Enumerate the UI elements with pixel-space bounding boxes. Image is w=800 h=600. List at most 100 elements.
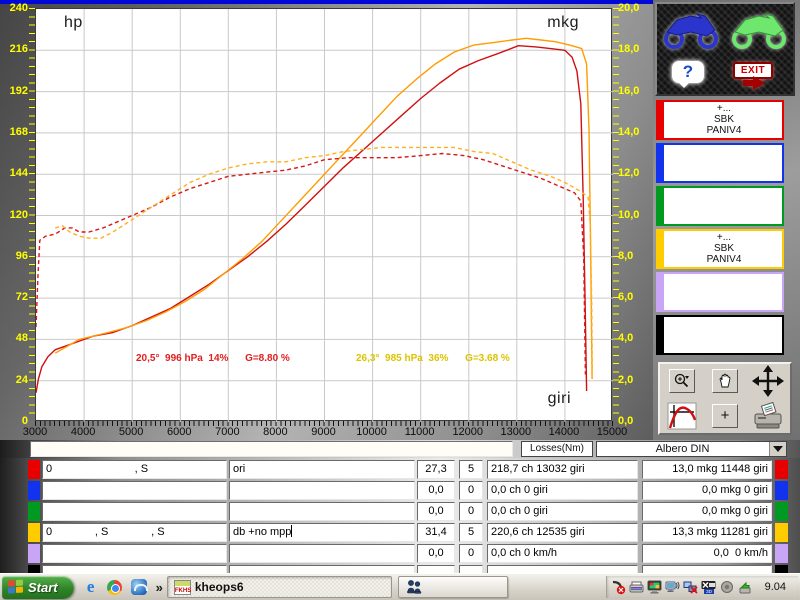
curve-display-tool[interactable] bbox=[667, 402, 697, 430]
run-comment-field[interactable]: db +no mpp bbox=[229, 523, 415, 542]
plot-area[interactable]: hp mkg giri 20,5° 996 hPa 14% G=8.80 % 2… bbox=[35, 8, 612, 421]
safely-remove-hardware-icon[interactable] bbox=[737, 579, 753, 595]
system-tray: 3D 9.04 bbox=[606, 576, 798, 598]
start-button[interactable]: Start bbox=[2, 576, 74, 599]
legend-box-purple[interactable] bbox=[656, 272, 784, 312]
run-gear-field[interactable]: 0 bbox=[459, 544, 483, 563]
run-name-field[interactable] bbox=[42, 565, 227, 573]
hand-icon bbox=[717, 373, 733, 389]
green-motorcycle-icon[interactable] bbox=[729, 8, 789, 50]
row-color-stripe bbox=[775, 481, 788, 500]
table-row: 0 , S ori 27,3 5 218,7 ch 13032 giri 13,… bbox=[0, 460, 800, 479]
network-error-icon[interactable] bbox=[683, 579, 699, 595]
table-row: 0,0 0 0,0 ch 0 giri 0,0 mkg 0 giri bbox=[0, 481, 800, 500]
rpm-axis-labels: 3000400050006000700080009000100001100012… bbox=[35, 426, 612, 440]
row-color-stripe bbox=[28, 523, 40, 542]
row-color-stripe bbox=[28, 502, 40, 521]
help-button[interactable]: ? bbox=[671, 60, 705, 90]
zoom-tool-button[interactable] bbox=[669, 369, 695, 393]
text-caret bbox=[291, 525, 292, 537]
chart-tool-panel: + bbox=[658, 362, 792, 435]
run-gear-field[interactable]: 0 bbox=[459, 481, 483, 500]
run-max-power: 0,0 ch 0 km/h bbox=[487, 544, 638, 563]
run-temp-field[interactable]: 0,0 bbox=[417, 544, 455, 563]
run-name-field[interactable] bbox=[42, 544, 227, 563]
shaft-select[interactable]: Albero DIN bbox=[596, 441, 787, 457]
run-name-field[interactable]: 0 , S bbox=[42, 460, 227, 479]
row-color-stripe bbox=[775, 523, 788, 542]
run-temp-field[interactable] bbox=[417, 565, 455, 573]
run-comment-field[interactable] bbox=[229, 544, 415, 563]
print-button[interactable] bbox=[751, 402, 785, 430]
run-comment-field[interactable] bbox=[229, 502, 415, 521]
table-row: 0 , S , S db +no mpp 31,4 5 220,6 ch 125… bbox=[0, 523, 800, 542]
messenger-icon[interactable] bbox=[130, 578, 148, 596]
scanner-icon[interactable] bbox=[629, 579, 645, 595]
internet-explorer-icon[interactable]: e bbox=[82, 578, 100, 596]
four-way-arrows-icon bbox=[751, 364, 785, 398]
legend-box-green[interactable] bbox=[656, 186, 784, 226]
move-tool[interactable] bbox=[751, 364, 785, 398]
run-max-power: 220,6 ch 12535 giri bbox=[487, 523, 638, 542]
taskbar-window-kheops6[interactable]: FKHS kheops6 bbox=[167, 576, 392, 598]
pan-tool-button[interactable] bbox=[712, 369, 738, 393]
run-note-input[interactable] bbox=[30, 441, 513, 457]
run-comment-field[interactable]: ori bbox=[229, 460, 415, 479]
run-max-torque: 0,0 mkg 0 giri bbox=[642, 481, 772, 500]
weather-annotation-yellow: 26,3° 985 hPa 36% G=3.68 % bbox=[356, 353, 510, 364]
sidebar: ? EXIT +...SBKPANIV4 bbox=[653, 0, 800, 440]
run-comment-field[interactable] bbox=[229, 481, 415, 500]
exit-button[interactable]: EXIT bbox=[733, 60, 779, 90]
xear3d-audio-icon[interactable]: 3D bbox=[701, 579, 717, 595]
legend-box-red[interactable]: +...SBKPANIV4 bbox=[656, 100, 784, 140]
run-comment-field[interactable] bbox=[229, 565, 415, 573]
run-gear-field[interactable]: 5 bbox=[459, 523, 483, 542]
run-name-field[interactable]: 0 , S , S bbox=[42, 523, 227, 542]
row-color-stripe bbox=[28, 565, 40, 573]
legend-box-yellow[interactable]: +...SBKPANIV4 bbox=[656, 229, 784, 269]
run-gear-field[interactable]: 5 bbox=[459, 460, 483, 479]
run-max-power: 0,0 ch 0 giri bbox=[487, 481, 638, 500]
mkg-unit-label: mkg bbox=[547, 14, 579, 32]
mkg-axis-labels: 20,018,016,014,012,010,08,06,04,02,00,0 bbox=[617, 0, 653, 440]
run-gear-field[interactable] bbox=[459, 565, 483, 573]
table-row: 0,0 0 0,0 ch 0 giri 0,0 mkg 0 giri bbox=[0, 502, 800, 521]
audio-device-icon[interactable] bbox=[665, 579, 681, 595]
legend-color-stripe bbox=[656, 315, 664, 355]
run-name-field[interactable] bbox=[42, 481, 227, 500]
table-row bbox=[0, 565, 800, 573]
row-color-stripe bbox=[775, 544, 788, 563]
run-max-power: 0,0 ch 0 giri bbox=[487, 502, 638, 521]
dropdown-arrow-icon[interactable] bbox=[769, 442, 786, 456]
blocked-download-icon[interactable] bbox=[611, 579, 627, 595]
display-settings-icon[interactable] bbox=[647, 579, 663, 595]
run-max-torque: 13,3 mkg 11281 giri bbox=[642, 523, 772, 542]
toolbar-overflow-chevron[interactable]: » bbox=[156, 580, 163, 595]
add-tool-button[interactable]: + bbox=[712, 404, 738, 428]
dyno-chart-panel: 240216192168144120967248240 20,018,016,0… bbox=[0, 0, 653, 440]
controls-row: Losses(Nm) Albero DIN bbox=[0, 440, 800, 458]
run-gear-field[interactable]: 0 bbox=[459, 502, 483, 521]
run-temp-field[interactable]: 0,0 bbox=[417, 502, 455, 521]
weather-annotation-red: 20,5° 996 hPa 14% G=8.80 % bbox=[136, 353, 290, 364]
hp-axis-labels: 240216192168144120967248240 bbox=[0, 0, 30, 440]
run-name-field[interactable] bbox=[42, 502, 227, 521]
carbon-button-panel: ? EXIT bbox=[655, 2, 795, 96]
legend-color-stripe bbox=[656, 143, 664, 183]
legend-box-blue[interactable] bbox=[656, 143, 784, 183]
volume-muted-icon[interactable] bbox=[719, 579, 735, 595]
window-top-edge bbox=[0, 0, 653, 4]
legend-color-stripe bbox=[656, 186, 664, 226]
run-max-power: 218,7 ch 13032 giri bbox=[487, 460, 638, 479]
quick-launch: e bbox=[82, 578, 148, 596]
legend-color-stripe bbox=[656, 272, 664, 312]
run-temp-field[interactable]: 31,4 bbox=[417, 523, 455, 542]
legend-box-black[interactable] bbox=[656, 315, 784, 355]
blue-motorcycle-icon[interactable] bbox=[661, 8, 721, 50]
run-temp-field[interactable]: 0,0 bbox=[417, 481, 455, 500]
browser-icon[interactable] bbox=[106, 578, 124, 596]
run-temp-field[interactable]: 27,3 bbox=[417, 460, 455, 479]
taskbar-window-2[interactable] bbox=[398, 576, 508, 598]
run-max-torque: 0,0 0 km/h bbox=[642, 544, 772, 563]
taskbar: Start e » FKHS kheops6 bbox=[0, 573, 800, 600]
